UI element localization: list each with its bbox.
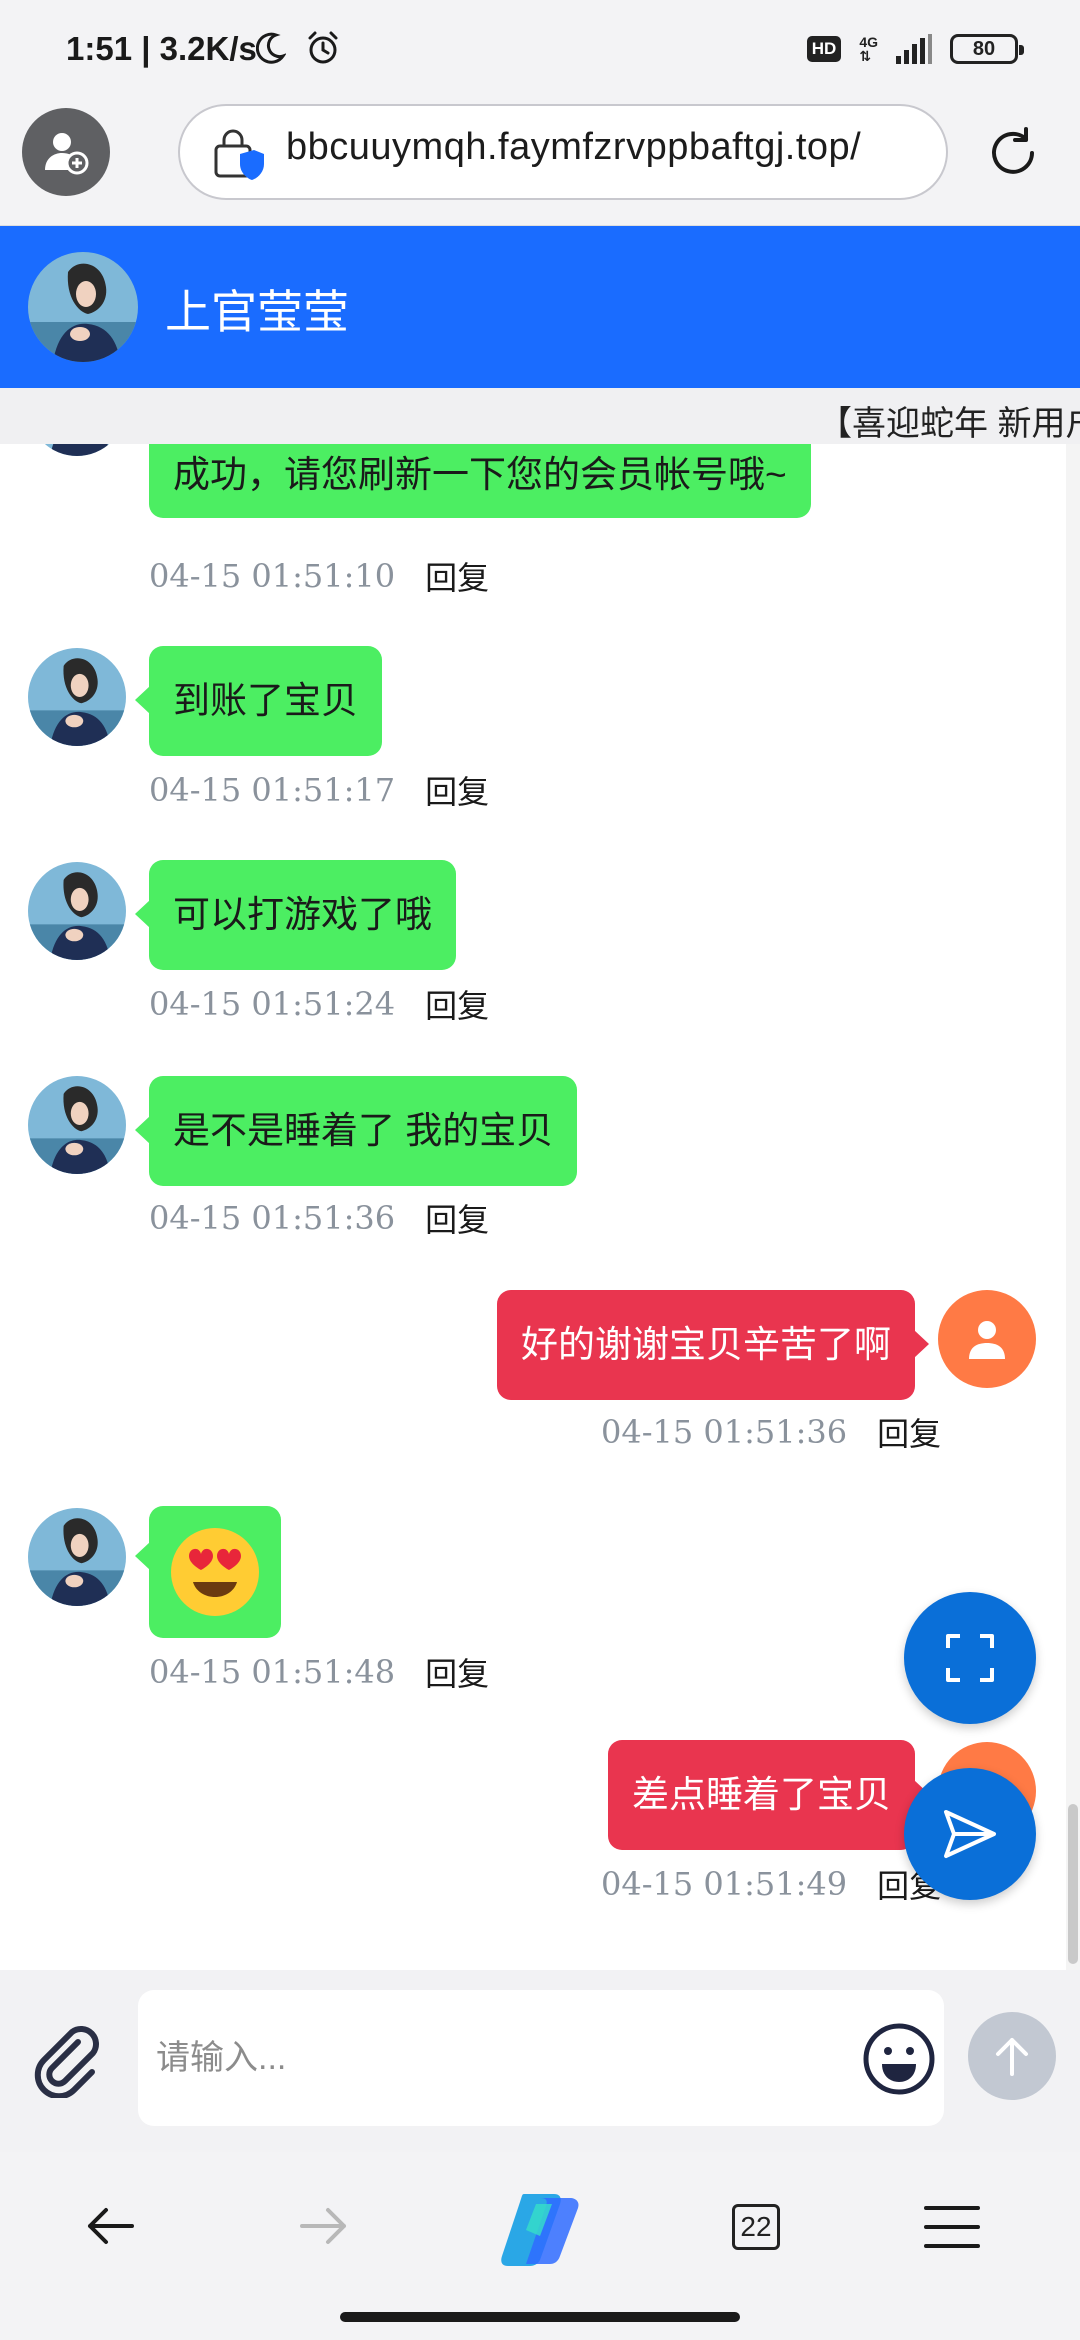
message-text: 是不是睡着了 我的宝贝 (173, 1110, 554, 1151)
moon-icon (256, 32, 286, 64)
contact-avatar[interactable] (28, 252, 138, 362)
contact-avatar[interactable] (28, 1076, 126, 1174)
tabs-count-button[interactable]: 22 (732, 2204, 780, 2250)
tabs-count: 22 (740, 2211, 772, 2242)
message-meta: 04-15 01:51:24 回复 (149, 982, 489, 1026)
profile-button[interactable] (22, 108, 110, 196)
paperclip-icon[interactable] (30, 2022, 106, 2098)
status-time: 1:51 | 3.2K/s (66, 30, 257, 67)
heart-eyes-emoji-icon (171, 1528, 259, 1616)
reply-link[interactable]: 回复 (877, 1409, 941, 1455)
network-type: 4G (859, 34, 878, 50)
data-arrows-icon: ⇅ (859, 48, 872, 64)
reply-link[interactable]: 回复 (425, 1649, 489, 1695)
message-text: 好的谢谢宝贝辛苦了啊 (521, 1324, 891, 1365)
home-indicator (340, 2312, 740, 2322)
back-arrow-icon[interactable] (82, 2198, 138, 2254)
reply-link[interactable]: 回复 (425, 981, 489, 1027)
alarm-icon (308, 31, 338, 64)
message-text: 成功，请您刷新一下您的会员帐号哦~ (173, 454, 787, 495)
message-text: 差点睡着了宝贝 (632, 1774, 891, 1815)
message-meta: 04-15 01:51:49 回复 (601, 1862, 941, 1906)
message-list[interactable]: 成功，请您刷新一下您的会员帐号哦~ 04-15 01:51:10 回复 到账了宝… (0, 444, 1080, 1970)
message-meta: 04-15 01:51:10 回复 (149, 554, 489, 598)
message-meta: 04-15 01:51:36 回复 (149, 1196, 489, 1240)
message-bubble[interactable]: 可以打游戏了哦 (135, 860, 456, 970)
secure-lock-icon (214, 129, 264, 180)
reply-link[interactable]: 回复 (425, 553, 489, 599)
signal-icon (896, 34, 932, 64)
message-bubble[interactable]: 成功，请您刷新一下您的会员帐号哦~ (149, 444, 811, 518)
message-meta: 04-15 01:51:48 回复 (149, 1650, 489, 1694)
battery-level: 80 (972, 37, 996, 60)
send-button[interactable] (968, 2012, 1056, 2100)
contact-avatar[interactable] (28, 444, 126, 456)
status-indicators: HD 4G ⇅ 80 (806, 32, 1024, 66)
message-time: 04-15 01:51:49 (601, 1865, 848, 1903)
reply-link[interactable]: 回复 (425, 767, 489, 813)
message-time: 04-15 01:51:17 (149, 771, 396, 809)
add-user-icon (45, 133, 89, 175)
message-input-bar (0, 1970, 1080, 2152)
menu-icon[interactable] (924, 2204, 980, 2250)
message-text: 到账了宝贝 (173, 680, 358, 721)
status-bar: 1:51 | 3.2K/s HD 4G ⇅ 80 (0, 0, 1080, 96)
hd-badge: HD (806, 36, 842, 62)
contact-name: 上官莹莹 (165, 286, 349, 338)
paper-plane-icon (944, 1810, 996, 1858)
emoji-icon[interactable] (862, 2022, 936, 2096)
forward-arrow-icon[interactable] (296, 2198, 352, 2254)
message-time: 04-15 01:51:10 (149, 557, 396, 595)
announcement-text: 【喜迎蛇年 新用户 (818, 405, 1080, 443)
user-avatar[interactable] (938, 1290, 1036, 1388)
reply-link[interactable]: 回复 (425, 1195, 489, 1241)
battery-indicator: 80 (950, 34, 1024, 64)
scan-frame-icon (946, 1634, 994, 1682)
announcement-marquee: 【喜迎蛇年 新用户 (0, 388, 1080, 444)
copilot-icon[interactable] (496, 2190, 584, 2268)
message-time: 04-15 01:51:36 (149, 1199, 396, 1237)
send-fab[interactable] (904, 1768, 1036, 1900)
message-bubble[interactable]: 差点睡着了宝贝 (608, 1740, 929, 1850)
contact-avatar[interactable] (28, 862, 126, 960)
message-text: 可以打游戏了哦 (173, 894, 432, 935)
message-meta: 04-15 01:51:17 回复 (149, 768, 489, 812)
message-bubble[interactable]: 好的谢谢宝贝辛苦了啊 (497, 1290, 929, 1400)
message-meta: 04-15 01:51:36 回复 (601, 1410, 941, 1454)
contact-avatar[interactable] (28, 648, 126, 746)
url-text: bbcuuymqh.faymfzrvppbaftgj.top/ (286, 126, 862, 168)
screenshot-fab[interactable] (904, 1592, 1036, 1724)
scrollbar-thumb[interactable] (1068, 1804, 1078, 1964)
contact-avatar[interactable] (28, 1508, 126, 1606)
network-indicator: 4G ⇅ (859, 35, 878, 63)
scrollbar-track[interactable] (1066, 444, 1080, 1970)
message-time: 04-15 01:51:36 (601, 1413, 848, 1451)
message-bubble[interactable] (135, 1506, 281, 1638)
arrow-up-icon (996, 2038, 1028, 2076)
message-input[interactable] (138, 1990, 944, 2126)
message-bubble[interactable]: 到账了宝贝 (135, 646, 382, 756)
browser-address-bar: bbcuuymqh.faymfzrvppbaftgj.top/ (0, 96, 1080, 226)
person-icon (969, 1321, 1005, 1359)
url-bar[interactable]: bbcuuymqh.faymfzrvppbaftgj.top/ (178, 104, 948, 200)
message-time: 04-15 01:51:48 (149, 1653, 396, 1691)
chat-header: 上官莹莹 (0, 226, 1080, 388)
message-bubble[interactable]: 是不是睡着了 我的宝贝 (134, 1076, 578, 1186)
reload-icon[interactable] (984, 124, 1042, 182)
message-time: 04-15 01:51:24 (149, 985, 396, 1023)
